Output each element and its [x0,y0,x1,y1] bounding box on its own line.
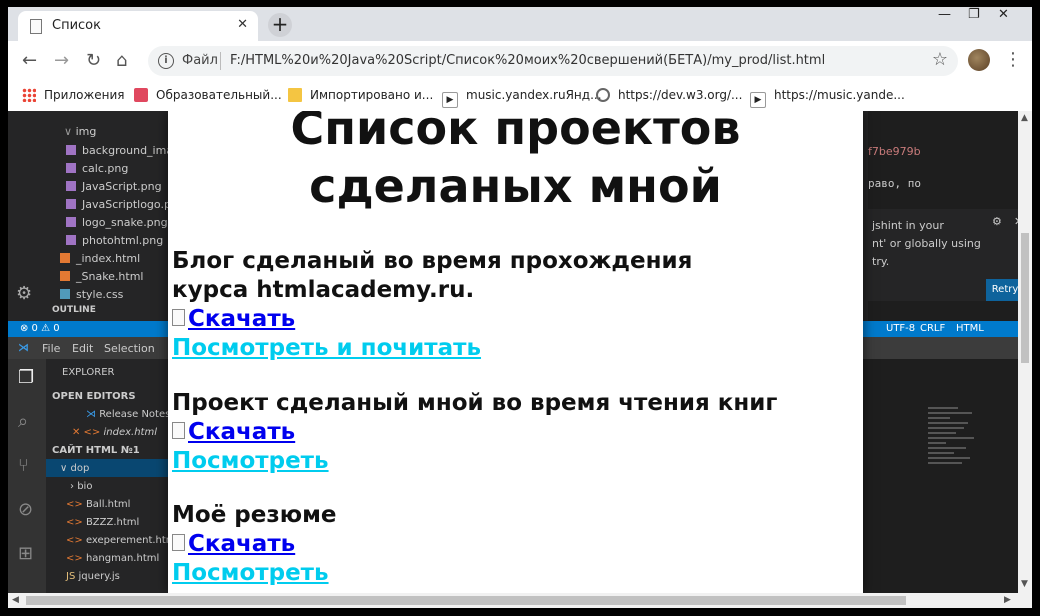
project-section-books: Проект сделаный мной во время чтения кни… [172,389,852,476]
browser-window: Список ✕ + — ❐ ✕ ← → ↻ ⌂ i Файл F:/HTML%… [8,7,1032,608]
project-section-blog: Блог сделаный во время прохождения курса… [172,247,772,363]
profile-avatar[interactable] [968,49,990,71]
play-icon: ▶ [750,92,766,108]
view-link[interactable]: Посмотреть [172,448,329,474]
outline-header: OUTLINE [52,305,96,315]
info-icon[interactable]: i [158,53,174,69]
restore-button[interactable]: ❐ [968,7,980,22]
tree-file: background_ima [66,144,173,157]
scroll-down-icon[interactable]: ▼ [1021,579,1028,589]
file-icon [30,19,42,34]
folder-icon [288,88,302,102]
download-link[interactable]: Скачать [188,306,295,332]
address-divider [220,52,221,70]
editor-minimap [928,407,978,527]
tree-file: photohtml.png [66,234,163,247]
address-bar[interactable]: i Файл F:/HTML%20и%20Java%20Script/Списо… [148,46,958,76]
page-title: Список проектов сделаных мной [290,111,741,213]
address-scheme-label: Файл [182,53,218,68]
vertical-scrollbar[interactable]: ▲ ▼ [1018,111,1032,593]
bookmarks-bar: Приложения Образовательный... Импортиров… [8,81,1032,112]
bookmark-dev-w3[interactable]: https://dev.w3.org/... [596,88,742,102]
scroll-left-icon[interactable]: ◀ [12,595,19,605]
reload-button[interactable]: ↻ [86,50,101,71]
home-button[interactable]: ⌂ [116,50,127,71]
view-link[interactable]: Посмотреть и почитать [172,335,481,361]
horizontal-scrollbar[interactable]: ◀ ▶ [8,593,1032,608]
back-button[interactable]: ← [22,50,37,71]
tree-file: logo_snake.png [66,216,168,229]
bookmark-music-yandex[interactable]: ▶ https://music.yande... [750,88,905,108]
page-content: Список проектов сделаных мной Блог сдела… [168,111,863,593]
bookmark-yandex-music[interactable]: ▶ music.yandex.ruЯнд... [442,88,602,108]
scrollbar-thumb[interactable] [26,596,906,605]
new-tab-button[interactable]: + [268,13,292,37]
apps-grid-icon [22,88,36,102]
bookmark-imported[interactable]: Импортировано и... [288,88,433,102]
bookmark-education[interactable]: Образовательный... [134,88,282,102]
close-window-button[interactable]: ✕ [998,7,1009,22]
play-icon: ▶ [442,92,458,108]
tree-file: JavaScript.png [66,180,162,193]
broken-image-icon [172,422,185,439]
project-section-resume: Моё резюме Скачать Посмотреть [172,501,852,588]
files-icon: ❐ [18,367,35,388]
section-heading: Проект сделаный мной во время чтения кни… [172,390,778,416]
bookmark-apps[interactable]: Приложения [22,88,125,102]
commit-hash: f7be979b [868,145,921,158]
bookmark-star-icon[interactable]: ☆ [932,49,948,70]
tree-file: JavaScriptlogo.p [66,198,171,211]
gear-icon: ⚙ [16,283,33,304]
section-heading: Блог сделаный во время прохождения курса… [172,248,693,303]
url-text[interactable]: F:/HTML%20и%20Java%20Script/Список%20мои… [230,53,825,68]
activity-bar: ❐ ⌕ ⑂ ⊘ ⊞ [8,359,46,593]
tree-file: calc.png [66,162,128,175]
broken-image-icon [172,309,185,326]
section-heading: Моё резюме [172,502,337,528]
browser-toolbar: ← → ↻ ⌂ i Файл F:/HTML%20и%20Java%20Scri… [8,41,1032,81]
code-fragment: раво, по [868,177,921,190]
extensions-icon: ⊞ [18,543,34,564]
menu-icon[interactable]: ⋮ [1004,49,1022,70]
tab-list[interactable]: Список ✕ [18,11,258,41]
broken-image-icon [172,534,185,551]
page-viewport: ∨ img background_ima calc.png JavaScript… [8,111,1018,593]
tree-folder: ∨ img [64,125,97,138]
tab-strip: Список ✕ + — ❐ ✕ [8,7,1032,41]
tree-file: _index.html [60,252,140,265]
scroll-right-icon[interactable]: ▶ [1004,595,1011,605]
scroll-up-icon[interactable]: ▲ [1021,113,1028,123]
search-icon: ⌕ [18,411,29,432]
source-control-icon: ⑂ [18,455,29,476]
gear-icon: ⚙ [992,215,1002,228]
view-link[interactable]: Посмотреть [172,560,329,586]
minimize-button[interactable]: — [938,7,951,22]
tree-file: style.css [60,288,123,301]
download-link[interactable]: Скачать [188,531,295,557]
tree-file: _Snake.html [60,270,144,283]
debug-icon: ⊘ [18,499,34,520]
scrollbar-thumb[interactable] [1021,233,1029,363]
explorer-panel: EXPLORER OPEN EDITORS ⋊ Release Notes ✕ … [46,359,176,593]
globe-icon [596,88,610,102]
tab-close-icon[interactable]: ✕ [237,17,248,32]
retry-button: Retry [986,279,1018,301]
download-link[interactable]: Скачать [188,419,295,445]
vscode-logo-icon: ⋊ [18,341,29,354]
forward-button[interactable]: → [54,50,69,71]
tab-title: Список [52,18,101,33]
education-icon [134,88,148,102]
